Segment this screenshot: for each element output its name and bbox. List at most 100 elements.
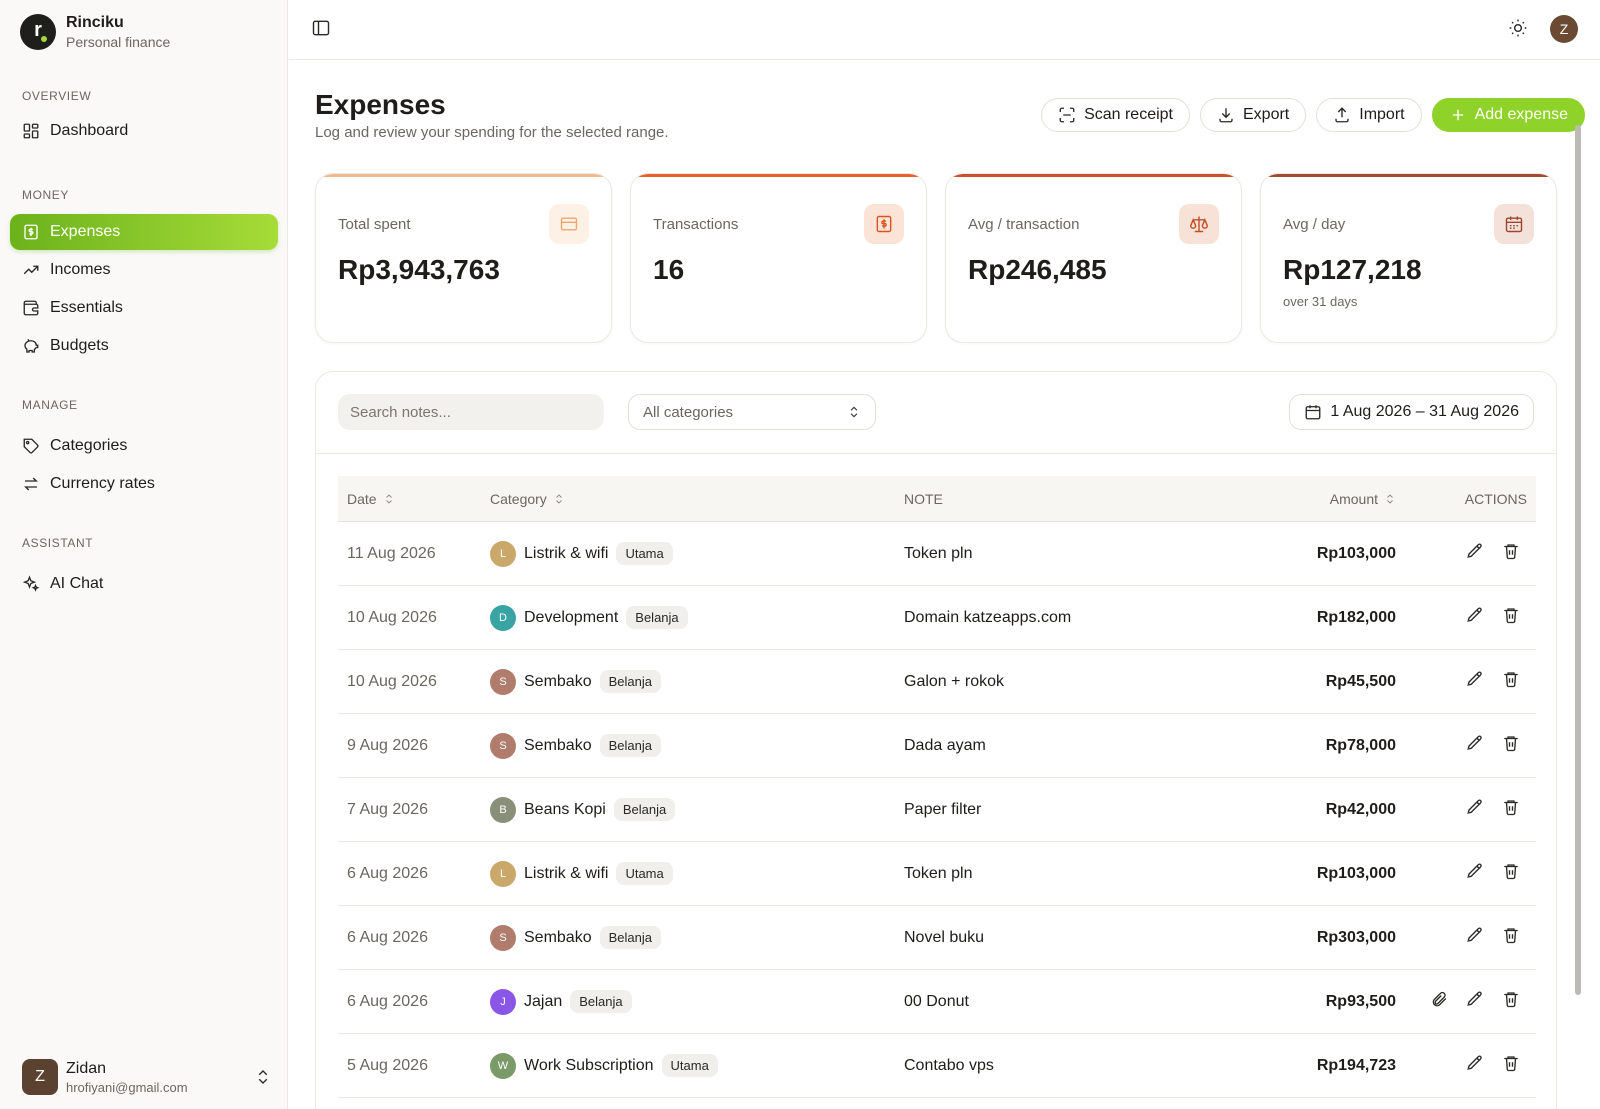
row-note: 00 Donut <box>904 992 969 1010</box>
add-expense-button[interactable]: Add expense <box>1431 98 1585 132</box>
table-row[interactable]: 6 Aug 2026 L Listrik & wifi Utama Token pln R… <box>338 842 1536 906</box>
brand-logo: r <box>20 14 56 50</box>
upload-icon <box>1335 107 1349 123</box>
stat-card-transactions: Transactions 16 <box>630 173 927 343</box>
user-menu[interactable]: Z Zidan hrofiyani@gmail.com <box>22 1059 272 1095</box>
scan-receipt-button[interactable]: Scan receipt <box>1041 98 1190 132</box>
row-note: Domain katzeapps.com <box>904 608 1072 626</box>
category-avatar: L <box>490 540 516 567</box>
table-row[interactable]: 5 Aug 2026 W Work Subscription Utama Contabo… <box>338 1034 1536 1098</box>
category-name: Listrik & wifi <box>524 864 609 882</box>
card-label: Avg / day <box>1283 216 1346 233</box>
row-date: 6 Aug 2026 <box>347 928 428 946</box>
trash-icon[interactable] <box>1502 734 1520 757</box>
trash-icon[interactable] <box>1502 606 1520 629</box>
trash-icon[interactable] <box>1502 862 1520 885</box>
trash-icon[interactable] <box>1502 990 1520 1013</box>
scan-icon <box>1059 107 1075 123</box>
edit-icon[interactable] <box>1466 670 1484 693</box>
table-row[interactable]: 9 Aug 2026 S Sembako Belanja Dada ayam Rp78,0… <box>338 714 1536 778</box>
category-tag: Belanja <box>570 990 632 1013</box>
table-row[interactable]: 10 Aug 2026 S Sembako Belanja Galon + rokok R… <box>338 650 1536 714</box>
category-name: Listrik & wifi <box>524 544 609 562</box>
sidebar-toggle-icon[interactable] <box>311 18 333 40</box>
sidebar-item-budgets[interactable]: Budgets <box>10 328 278 364</box>
edit-icon[interactable] <box>1466 798 1484 821</box>
receipt-icon <box>24 224 38 240</box>
trash-icon[interactable] <box>1502 798 1520 821</box>
sidebar-item-currency-rates[interactable]: Currency rates <box>10 466 278 502</box>
trending-up-icon <box>23 265 39 275</box>
filters-bar: All categories 1 Aug 2026 – 31 Aug 2026 <box>316 372 1556 454</box>
avatar[interactable]: Z <box>1550 15 1578 43</box>
brand-subtitle: Personal finance <box>66 34 171 50</box>
sidebar-item-label: Essentials <box>50 299 123 316</box>
card-value: 16 <box>653 254 685 285</box>
column-header-category[interactable]: Category <box>490 491 565 507</box>
row-category: D Development Belanja <box>490 586 688 649</box>
edit-icon[interactable] <box>1466 926 1484 949</box>
edit-icon[interactable] <box>1466 1054 1484 1077</box>
brand[interactable]: r Rinciku Personal finance <box>20 14 170 50</box>
export-button[interactable]: Export <box>1200 98 1307 132</box>
search-input[interactable] <box>338 394 604 430</box>
sidebar-item-label: Incomes <box>50 261 111 278</box>
stat-card-total-spent: Total spent Rp3,943,763 <box>315 173 612 343</box>
import-button[interactable]: Import <box>1316 98 1422 132</box>
topbar: Z <box>289 0 1600 60</box>
edit-icon[interactable] <box>1466 542 1484 565</box>
edit-icon[interactable] <box>1466 862 1484 885</box>
column-header-actions: ACTIONS <box>1465 491 1527 507</box>
sidebar-item-essentials[interactable]: Essentials <box>10 290 278 326</box>
row-amount: Rp103,000 <box>1316 864 1396 882</box>
sidebar-item-dashboard[interactable]: Dashboard <box>10 113 278 149</box>
main-content: Expenses Log and review your spending fo… <box>289 61 1585 1109</box>
column-header-date[interactable]: Date <box>347 491 395 507</box>
category-avatar: S <box>490 732 516 759</box>
trash-icon[interactable] <box>1502 542 1520 565</box>
avatar: Z <box>22 1059 58 1095</box>
card-value: Rp127,218 <box>1283 254 1422 285</box>
dashboard-icon <box>23 123 39 139</box>
column-label: Date <box>347 490 377 507</box>
sun-icon[interactable] <box>1508 18 1530 40</box>
row-date: 6 Aug 2026 <box>347 992 428 1010</box>
category-avatar: S <box>490 924 516 951</box>
table-row[interactable]: 6 Aug 2026 S Sembako Belanja Novel buku Rp303… <box>338 906 1536 970</box>
table-row[interactable]: 6 Aug 2026 J Jajan Belanja 00 Donut Rp93,500 <box>338 970 1536 1034</box>
scrollbar[interactable] <box>1575 125 1581 995</box>
category-name: Beans Kopi <box>524 800 606 818</box>
date-range-picker[interactable]: 1 Aug 2026 – 31 Aug 2026 <box>1289 394 1534 430</box>
column-header-amount[interactable]: Amount <box>1330 491 1396 507</box>
table-row[interactable]: 10 Aug 2026 D Development Belanja Domain kat… <box>338 586 1536 650</box>
table-row[interactable]: 11 Aug 2026 L Listrik & wifi Utama Token pln… <box>338 522 1536 586</box>
trash-icon[interactable] <box>1502 926 1520 949</box>
sidebar-item-expenses[interactable]: Expenses <box>10 214 278 250</box>
row-note: Token pln <box>904 864 973 882</box>
calendar-icon <box>1305 405 1321 420</box>
category-select[interactable]: All categories <box>628 394 876 430</box>
trash-icon[interactable] <box>1502 1054 1520 1077</box>
category-tag: Utama <box>616 542 673 565</box>
category-tag: Belanja <box>613 798 676 821</box>
sidebar-item-categories[interactable]: Categories <box>10 428 278 464</box>
paperclip-icon[interactable] <box>1430 990 1448 1013</box>
row-actions <box>1466 714 1520 777</box>
table-row[interactable]: 7 Aug 2026 B Beans Kopi Belanja Paper filter… <box>338 778 1536 842</box>
edit-icon[interactable] <box>1466 734 1484 757</box>
sidebar-item-incomes[interactable]: Incomes <box>10 252 278 288</box>
chevron-up-down-icon[interactable] <box>254 1068 272 1086</box>
edit-icon[interactable] <box>1466 990 1484 1013</box>
card-accent <box>1261 174 1556 177</box>
row-category: L Listrik & wifi Utama <box>490 842 673 905</box>
expenses-table-card: All categories 1 Aug 2026 – 31 Aug 2026 … <box>315 371 1557 1109</box>
sidebar-item-ai-chat[interactable]: AI Chat <box>10 566 278 602</box>
column-label: NOTE <box>904 490 943 507</box>
category-avatar: J <box>490 988 516 1015</box>
wallet-icon <box>23 300 39 316</box>
trash-icon[interactable] <box>1502 670 1520 693</box>
edit-icon[interactable] <box>1466 606 1484 629</box>
category-avatar: D <box>490 604 516 631</box>
row-note: Novel buku <box>904 928 985 946</box>
category-avatar: B <box>490 796 516 823</box>
